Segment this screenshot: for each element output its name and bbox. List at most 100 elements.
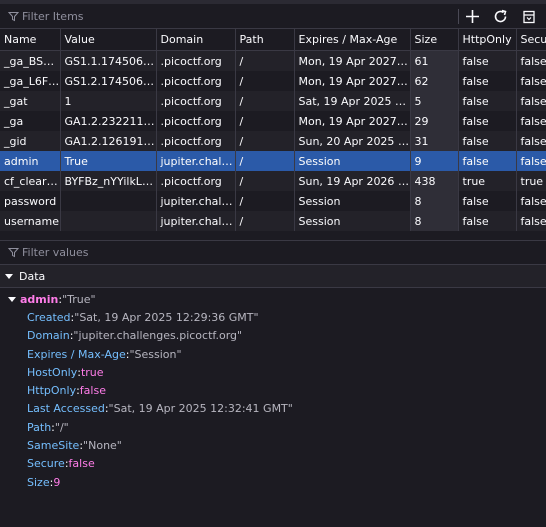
cell-size[interactable]: 8 [410,211,459,231]
cell-secure[interactable]: false [516,91,546,111]
cell-expires[interactable]: Mon, 19 Apr 2027 1… [294,111,411,131]
column-header-expires[interactable]: Expires / Max-Age [294,29,411,51]
cell-expires[interactable]: Session [294,191,411,211]
cell-value[interactable]: GA1.2.2322118… [60,111,157,131]
tree-prop-row[interactable]: Size:9 [0,473,546,491]
tree-prop-row[interactable]: Last Accessed: "Sat, 19 Apr 2025 12:32:41… [0,400,546,418]
data-section-header[interactable]: Data [0,265,546,288]
cell-path[interactable]: / [235,50,295,71]
column-header-path[interactable]: Path [235,29,295,51]
cell-size[interactable]: 9 [410,151,459,171]
cell-size[interactable]: 62 [410,71,459,91]
plus-icon[interactable] [464,8,481,25]
cell-name[interactable]: _gid [0,131,61,151]
cell-size[interactable]: 31 [410,131,459,151]
cell-name[interactable]: _ga [0,111,61,131]
cell-domain[interactable]: .picoctf.org [156,171,236,191]
cell-secure[interactable]: false [516,111,546,131]
cell-expires[interactable]: Session [294,211,411,231]
cell-name[interactable]: password [0,191,61,211]
cell-domain[interactable]: jupiter.chall… [156,191,236,211]
cell-path[interactable]: / [235,191,295,211]
cell-value[interactable]: True [60,151,157,171]
tree-prop-row[interactable]: Created: "Sat, 19 Apr 2025 12:29:36 GMT" [0,308,546,326]
cell-value[interactable]: GS1.1.1745065… [60,50,157,71]
cell-domain[interactable]: .picoctf.org [156,131,236,151]
filter-values-bar[interactable]: Filter values [0,241,546,265]
cell-size[interactable]: 61 [410,50,459,71]
filter-items-bar[interactable]: Filter Items [0,4,546,29]
column-header-httponly[interactable]: HttpOnly [458,29,517,51]
table-row[interactable]: _gid GA1.2.1261913… .picoctf.org / Sun, 20 A… [0,131,546,151]
column-header-domain[interactable]: Domain [156,29,236,51]
cell-name[interactable]: _ga_L6F… [0,71,61,91]
cell-domain[interactable]: .picoctf.org [156,71,236,91]
cell-expires[interactable]: Sun, 20 Apr 2025 1… [294,131,411,151]
table-row[interactable]: _gat1.picoctf.org/Sat, 19 Apr 2025 12:…5… [0,91,546,111]
cell-size[interactable]: 438 [410,171,459,191]
tree-prop-row[interactable]: Path: "/" [0,418,546,436]
table-row[interactable]: _ga GA1.2.2322118… .picoctf.org / Mon, 19 Ap… [0,111,546,131]
cell-path[interactable]: / [235,71,295,91]
cell-expires[interactable]: Session [294,151,411,171]
tree-prop-row[interactable]: Expires / Max-Age: "Session" [0,345,546,363]
cell-name[interactable]: username [0,211,61,231]
cell-domain[interactable]: .picoctf.org [156,111,236,131]
cell-name[interactable]: admin [0,151,61,171]
table-row[interactable]: _ga_BSZ… GS1.1.1745065… .picoctf.org / Mon, … [0,50,546,71]
cell-domain[interactable]: .picoctf.org [156,50,236,71]
cell-secure[interactable]: false [516,71,546,91]
cell-httponly[interactable]: false [458,91,517,111]
expand-triangle-icon[interactable] [5,273,13,279]
cell-path[interactable]: / [235,131,295,151]
tree-prop-row[interactable]: HostOnly: true [0,363,546,381]
cell-domain[interactable]: jupiter.challe… [156,151,236,171]
cell-expires[interactable]: Mon, 19 Apr 2027 1… [294,50,411,71]
cell-httponly[interactable]: false [458,50,517,71]
cell-name[interactable]: _ga_BSZ… [0,50,61,71]
cell-path[interactable]: / [235,171,295,191]
cell-secure[interactable]: false [516,50,546,71]
expand-triangle-icon[interactable] [8,296,16,302]
cell-path[interactable]: / [235,111,295,131]
table-row[interactable]: admin True jupiter.challe… / Session 9 false fa… [0,151,546,171]
cell-value[interactable]: 1 [60,91,157,111]
column-header-size[interactable]: Size [410,29,459,51]
tree-prop-row[interactable]: Secure: false [0,455,546,473]
column-header-value[interactable]: Value [60,29,157,51]
cell-domain[interactable]: .picoctf.org [156,91,236,111]
filter-items-input[interactable]: Filter Items [22,10,84,23]
cell-httponly[interactable]: false [458,131,517,151]
cell-secure[interactable]: false [516,151,546,171]
table-row[interactable]: username jupiter.chall… / Session 8 false fals… [0,211,546,231]
cell-size[interactable]: 5 [410,91,459,111]
cell-httponly[interactable]: false [458,211,517,231]
cell-expires[interactable]: Mon, 19 Apr 2027 1… [294,71,411,91]
filter-values-input[interactable]: Filter values [22,246,89,259]
cell-value[interactable] [60,191,157,211]
cell-path[interactable]: / [235,151,295,171]
cell-httponly[interactable]: false [458,111,517,131]
cell-httponly[interactable]: false [458,71,517,91]
cell-path[interactable]: / [235,91,295,111]
cell-httponly[interactable]: false [458,151,517,171]
cell-httponly[interactable]: false [458,191,517,211]
refresh-icon[interactable] [492,8,509,25]
tree-prop-row[interactable]: Domain: "jupiter.challenges.picoctf.org" [0,327,546,345]
cell-size[interactable]: 29 [410,111,459,131]
cell-secure[interactable]: true [516,171,546,191]
table-row[interactable]: cf_cleara… BYFBz_nYYilkL… .picoctf.org / Sun… [0,171,546,191]
tree-root-row[interactable]: admin: "True" [0,290,546,308]
table-row[interactable]: password jupiter.chall… / Session 8 false fals… [0,191,546,211]
cell-value[interactable]: GS1.2.1745065… [60,71,157,91]
table-row[interactable]: _ga_L6F… GS1.2.1745065… .picoctf.org / Mon, … [0,71,546,91]
cell-secure[interactable]: false [516,131,546,151]
cell-expires[interactable]: Sat, 19 Apr 2025 12:… [294,91,411,111]
trash-icon[interactable] [520,8,537,25]
column-header-name[interactable]: Name [0,29,61,51]
cell-domain[interactable]: jupiter.chall… [156,211,236,231]
cell-httponly[interactable]: true [458,171,517,191]
cell-value[interactable]: BYFBz_nYYilkL… [60,171,157,191]
cell-value[interactable] [60,211,157,231]
cell-path[interactable]: / [235,211,295,231]
